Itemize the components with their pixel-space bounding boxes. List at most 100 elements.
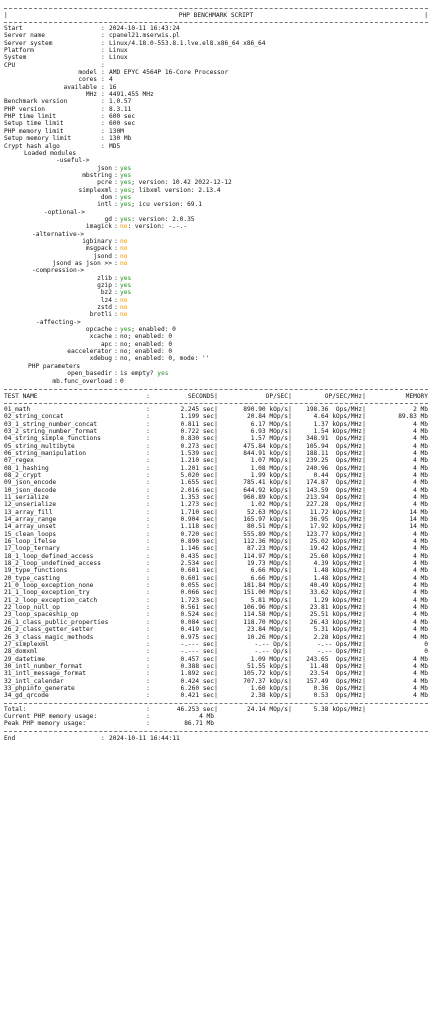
op-sec-mhz: 240.96 Ops/MHz — [306, 464, 362, 472]
table-row: 10_json_decode:2.016 sec | 644.92 kOp/s | 14… — [4, 487, 428, 494]
info-key: available — [63, 83, 97, 91]
col-sep: : — [146, 626, 150, 634]
memory: 4 Mb — [413, 493, 428, 501]
module-row: eaccelerator: no; enabled: 0 — [4, 348, 428, 355]
info-value: MD5 — [109, 142, 121, 150]
col-bar: | — [362, 508, 366, 516]
op-sec: 118.70 MOp/s — [243, 618, 288, 626]
op-sec-mhz: 23.54 Ops/MHz — [309, 670, 362, 678]
seconds: 0.457 sec — [180, 655, 214, 663]
col-sep: : — [146, 508, 150, 516]
seconds: 0.720 sec — [180, 530, 214, 538]
op-sec-mhz: 4.64 kOps/MHz — [313, 413, 362, 421]
kv-sep: : — [114, 201, 118, 209]
col-bar: | — [214, 486, 218, 494]
col-bar: | — [362, 442, 366, 450]
col-bar: | — [362, 684, 366, 692]
col-bar: | — [288, 560, 292, 568]
module-row: brotli: no — [4, 311, 428, 318]
seconds: 6.260 sec — [180, 684, 214, 692]
kv-sep: : — [114, 274, 118, 282]
table-row: 17_loop_ternary:1.146 sec | 87.23 MOp/s | 19… — [4, 545, 428, 552]
col-sep: : — [146, 471, 150, 479]
kv-sep: : — [101, 61, 105, 69]
op-sec-mhz: 36.95 Ops/MHz — [309, 516, 362, 523]
col-bar: | — [214, 405, 218, 413]
col-bar: | — [362, 435, 366, 443]
module-name: xcache — [89, 333, 112, 341]
col-bar: | — [214, 427, 218, 435]
test-name: 05_string_multibyte — [4, 442, 75, 450]
col-bar: | — [288, 705, 292, 713]
seconds: 0.904 sec — [180, 516, 214, 523]
module-row: msgpack: no — [4, 245, 428, 252]
seconds: 0.722 sec — [180, 427, 214, 435]
seconds: 1.723 sec — [180, 596, 214, 604]
memory: 4 Mb — [413, 552, 428, 560]
module-row: jsond as json >>: no — [4, 260, 428, 267]
section-alternative: -alternative-> — [32, 230, 85, 238]
table-row: 01_math:2.245 sec | 890.90 kOp/s | 198.36 Op… — [4, 406, 428, 413]
col-sep: : — [146, 640, 150, 648]
info-row: Crypt hash algo: MD5 — [4, 143, 428, 150]
kv-sep: : — [101, 47, 105, 55]
info-key: CPU — [4, 61, 16, 69]
col-bar: | — [288, 655, 292, 663]
server-info: Start:2024-10-11 16:43:24 Server name: cpa… — [4, 25, 428, 69]
op-sec: 114.58 MOp/s — [243, 611, 288, 619]
col-bar: | — [362, 633, 366, 641]
col-bar: | — [362, 464, 366, 472]
seconds: 0.084 sec — [180, 618, 214, 626]
test-name: 02_string_concat — [4, 413, 64, 421]
module-name: simplexml — [78, 186, 112, 194]
seconds: 0.975 sec — [180, 633, 214, 641]
kv-sep: : — [114, 289, 118, 297]
op-sec: 51.55 kOp/s — [247, 662, 288, 670]
col-sep: : — [146, 493, 150, 501]
col-bar: | — [214, 464, 218, 472]
module-name: gzip — [97, 282, 112, 290]
test-name: 13_array_fill — [4, 508, 53, 516]
op-sec: 890.90 kOp/s — [243, 405, 288, 413]
module-row: mbstring: yes — [4, 172, 428, 179]
col-bar: | — [288, 392, 292, 400]
seconds: 0.055 sec — [180, 582, 214, 590]
benchmark-report: | PHP BENCHMARK SCRIPT | Start:2024-10-1… — [0, 0, 432, 1024]
col-bar: | — [214, 392, 218, 400]
seconds: 1.273 sec — [180, 501, 214, 509]
test-name: 03_1_string_number_concat — [4, 420, 98, 428]
info-value: 600 sec — [109, 120, 136, 128]
col-bar: | — [214, 552, 218, 560]
col-sep: : — [146, 449, 150, 457]
module-status: no — [120, 260, 128, 267]
kv-sep: : — [101, 91, 105, 99]
kv-sep: : — [101, 25, 105, 32]
info-row: Benchmark version:1.0.57 — [4, 98, 428, 105]
op-sec: 5.81 MOp/s — [250, 596, 288, 604]
module-value: is empty? yes — [120, 370, 168, 377]
op-sec-mhz: 123.77 kOps/MHz — [306, 530, 362, 538]
kv-sep: : — [114, 333, 118, 341]
memory: 4 Mb — [413, 662, 428, 670]
test-name: 16_loop_ifelse — [4, 538, 57, 546]
results-table: TEST NAME : SECONDS | OP/SEC | OP/SEC/MH… — [4, 392, 428, 401]
table-row: 32_intl_calendar:0.424 sec | 707.37 kOp/s |… — [4, 678, 428, 685]
col-bar: | — [214, 604, 218, 612]
col-bar: | — [214, 662, 218, 670]
memory: 4 Mb — [413, 670, 428, 678]
seconds: 0.524 sec — [180, 611, 214, 619]
col-memory: MEMORY — [405, 392, 428, 400]
module-value: yes — [120, 275, 131, 282]
module-value: no; enabled: 0 — [120, 341, 172, 348]
seconds: 0.421 sec — [180, 692, 214, 700]
kv-sep: : — [114, 355, 118, 363]
col-bar: | — [288, 611, 292, 619]
memory: 4 Mb — [413, 633, 428, 641]
module-name: igbinary — [82, 237, 112, 245]
op-sec: -.-- Op/s — [254, 648, 288, 656]
module-status: yes — [120, 289, 132, 297]
kv-sep: : — [114, 223, 118, 231]
module-status: yes — [120, 179, 132, 187]
col-bar: | — [362, 692, 366, 700]
module-detail: : version: -.-.- — [127, 223, 188, 231]
